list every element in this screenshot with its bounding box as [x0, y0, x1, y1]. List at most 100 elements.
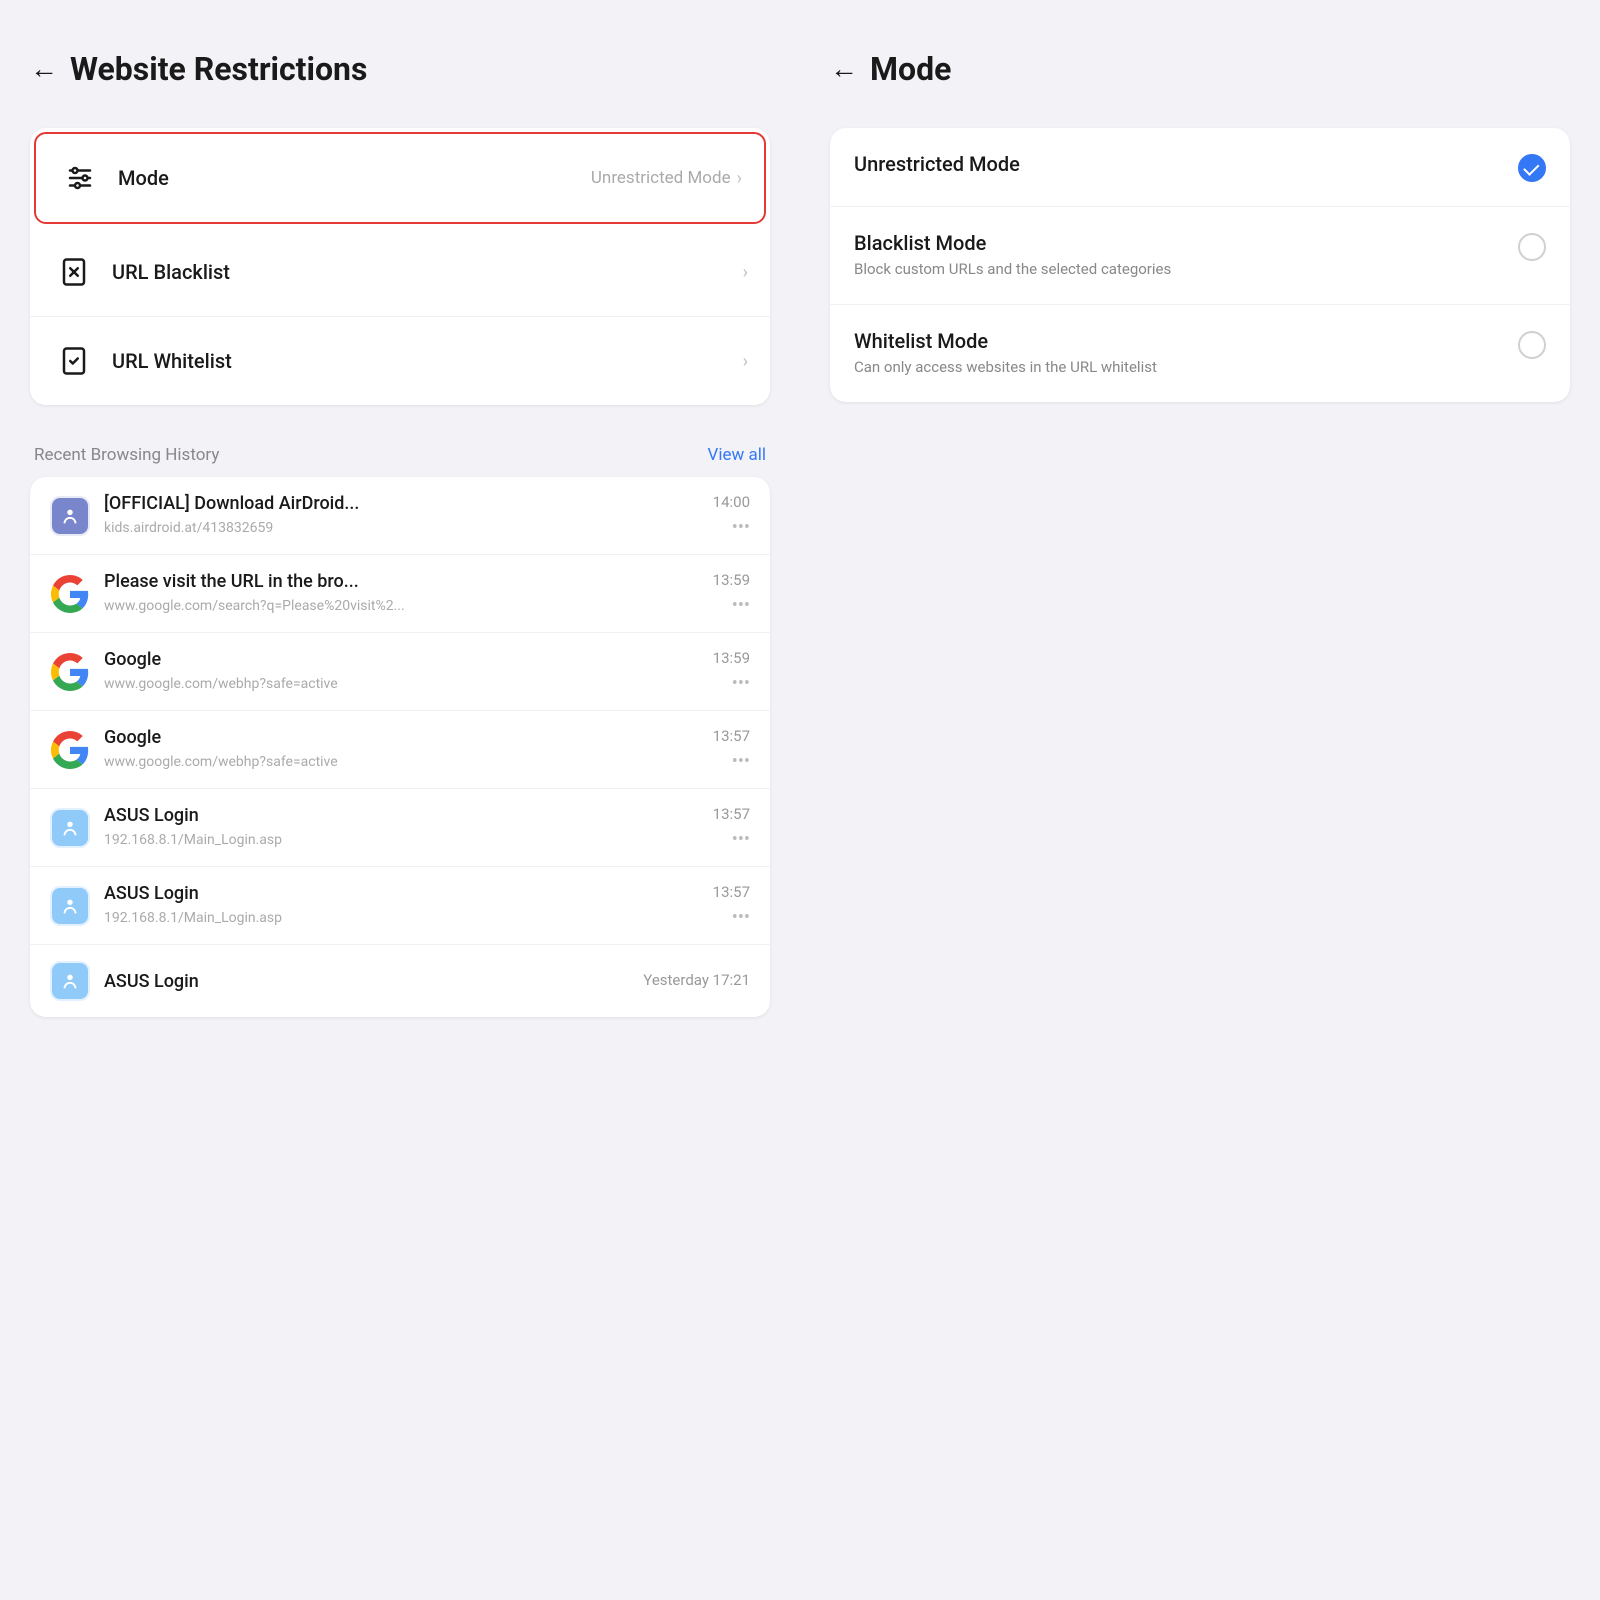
history-item[interactable]: ASUS Login 13:57 192.168.8.1/Main_Login.…: [30, 789, 770, 867]
url-blacklist-item[interactable]: URL Blacklist ›: [30, 228, 770, 317]
whitelist-mode-content: Whitelist Mode Can only access websites …: [854, 329, 1502, 378]
history-title-row: ASUS Login 13:57: [104, 883, 750, 904]
google-favicon: [50, 574, 90, 614]
history-time: Yesterday 17:21: [643, 971, 750, 989]
history-list: [OFFICIAL] Download AirDroid... 14:00 ki…: [30, 477, 770, 1017]
history-item[interactable]: ASUS Login Yesterday 17:21: [30, 945, 770, 1017]
history-title-row: ASUS Login 13:57: [104, 805, 750, 826]
history-more-button[interactable]: •••: [724, 517, 750, 538]
history-title: ASUS Login: [104, 971, 635, 992]
url-whitelist-content: URL Whitelist ›: [112, 349, 748, 373]
history-url-row: kids.airdroid.at/413832659 •••: [104, 517, 750, 538]
history-time: 13:57: [713, 727, 750, 745]
history-title: Google: [104, 649, 705, 670]
history-content: Google 13:57 www.google.com/webhp?safe=a…: [104, 727, 750, 772]
asus-favicon: [50, 886, 90, 926]
history-url-row: 192.168.8.1/Main_Login.asp •••: [104, 829, 750, 850]
blacklist-chevron-icon: ›: [743, 262, 748, 283]
view-all-button[interactable]: View all: [708, 445, 766, 465]
mode-settings-item[interactable]: Mode Unrestricted Mode ›: [34, 132, 766, 224]
mode-value: Unrestricted Mode ›: [591, 168, 742, 189]
unrestricted-mode-title: Unrestricted Mode: [854, 152, 1502, 176]
history-time: 13:59: [713, 649, 750, 667]
mode-card: Unrestricted Mode Blacklist Mode Block c…: [830, 128, 1570, 402]
history-title-row: [OFFICIAL] Download AirDroid... 14:00: [104, 493, 750, 514]
history-time: 13:57: [713, 805, 750, 823]
history-url-row: 192.168.8.1/Main_Login.asp •••: [104, 907, 750, 928]
history-url: www.google.com/webhp?safe=active: [104, 754, 724, 770]
history-url: 192.168.8.1/Main_Login.asp: [104, 910, 724, 926]
history-more-button[interactable]: •••: [724, 673, 750, 694]
recent-history-label: Recent Browsing History: [34, 445, 219, 465]
left-panel-title: Website Restrictions: [70, 50, 367, 88]
whitelist-chevron-icon: ›: [743, 351, 748, 372]
url-blacklist-icon: [52, 250, 96, 294]
airdroid-favicon: [50, 496, 90, 536]
history-content: [OFFICIAL] Download AirDroid... 14:00 ki…: [104, 493, 750, 538]
google-favicon: [50, 730, 90, 770]
history-content: ASUS Login 13:57 192.168.8.1/Main_Login.…: [104, 805, 750, 850]
history-item[interactable]: [OFFICIAL] Download AirDroid... 14:00 ki…: [30, 477, 770, 555]
history-url: 192.168.8.1/Main_Login.asp: [104, 832, 724, 848]
history-item[interactable]: Please visit the URL in the bro... 13:59…: [30, 555, 770, 633]
history-title: ASUS Login: [104, 805, 705, 826]
history-title-row: Google 13:59: [104, 649, 750, 670]
history-more-button[interactable]: •••: [724, 595, 750, 616]
history-more-button[interactable]: •••: [724, 751, 750, 772]
history-time: 14:00: [713, 493, 750, 511]
sliders-icon: [58, 156, 102, 200]
asus-favicon: [50, 961, 90, 1001]
history-more-button[interactable]: •••: [724, 829, 750, 850]
unrestricted-mode-content: Unrestricted Mode: [854, 152, 1502, 180]
mode-chevron-icon: ›: [737, 168, 742, 189]
asus-icon: [52, 963, 88, 999]
blacklist-mode-title: Blacklist Mode: [854, 231, 1502, 255]
history-title: ASUS Login: [104, 883, 705, 904]
history-url: www.google.com/webhp?safe=active: [104, 676, 724, 692]
left-header: ← Website Restrictions: [30, 40, 770, 98]
history-content: ASUS Login Yesterday 17:21: [104, 971, 750, 992]
whitelist-radio-button[interactable]: [1518, 331, 1546, 359]
blacklist-radio-button[interactable]: [1518, 233, 1546, 261]
settings-card: Mode Unrestricted Mode › URL Blacklist ›: [30, 128, 770, 405]
unrestricted-radio-button[interactable]: [1518, 154, 1546, 182]
blacklist-mode-desc: Block custom URLs and the selected categ…: [854, 259, 1502, 280]
left-back-button[interactable]: ←: [30, 55, 58, 83]
history-item[interactable]: Google 13:59 www.google.com/webhp?safe=a…: [30, 633, 770, 711]
history-title-row: Please visit the URL in the bro... 13:59: [104, 571, 750, 592]
unrestricted-mode-item[interactable]: Unrestricted Mode: [830, 128, 1570, 207]
asus-icon: [52, 888, 88, 924]
whitelist-mode-desc: Can only access websites in the URL whit…: [854, 357, 1502, 378]
url-blacklist-content: URL Blacklist ›: [112, 260, 748, 284]
url-blacklist-label: URL Blacklist: [112, 260, 230, 284]
history-title: [OFFICIAL] Download AirDroid...: [104, 493, 705, 514]
url-whitelist-label: URL Whitelist: [112, 349, 232, 373]
history-time: 13:57: [713, 883, 750, 901]
asus-icon: [52, 810, 88, 846]
history-url: www.google.com/search?q=Please%20visit%2…: [104, 598, 724, 614]
right-panel: ← Mode Unrestricted Mode Blacklist Mode …: [800, 0, 1600, 1600]
mode-item-content: Mode Unrestricted Mode ›: [118, 166, 742, 190]
history-url-row: www.google.com/webhp?safe=active •••: [104, 751, 750, 772]
history-title-row: ASUS Login Yesterday 17:21: [104, 971, 750, 992]
history-url-row: www.google.com/webhp?safe=active •••: [104, 673, 750, 694]
history-more-button[interactable]: •••: [724, 907, 750, 928]
blacklist-mode-content: Blacklist Mode Block custom URLs and the…: [854, 231, 1502, 280]
mode-label: Mode: [118, 166, 169, 190]
history-item[interactable]: ASUS Login 13:57 192.168.8.1/Main_Login.…: [30, 867, 770, 945]
url-whitelist-icon: [52, 339, 96, 383]
url-whitelist-item[interactable]: URL Whitelist ›: [30, 317, 770, 405]
history-time: 13:59: [713, 571, 750, 589]
blacklist-mode-item[interactable]: Blacklist Mode Block custom URLs and the…: [830, 207, 1570, 305]
history-title: Please visit the URL in the bro...: [104, 571, 705, 592]
right-panel-title: Mode: [870, 50, 951, 88]
history-url: kids.airdroid.at/413832659: [104, 520, 724, 536]
whitelist-mode-item[interactable]: Whitelist Mode Can only access websites …: [830, 305, 1570, 402]
right-back-button[interactable]: ←: [830, 55, 858, 83]
history-url-row: www.google.com/search?q=Please%20visit%2…: [104, 595, 750, 616]
whitelist-mode-title: Whitelist Mode: [854, 329, 1502, 353]
airdroid-icon: [52, 498, 88, 534]
history-content: Please visit the URL in the bro... 13:59…: [104, 571, 750, 616]
history-item[interactable]: Google 13:57 www.google.com/webhp?safe=a…: [30, 711, 770, 789]
history-title-row: Google 13:57: [104, 727, 750, 748]
